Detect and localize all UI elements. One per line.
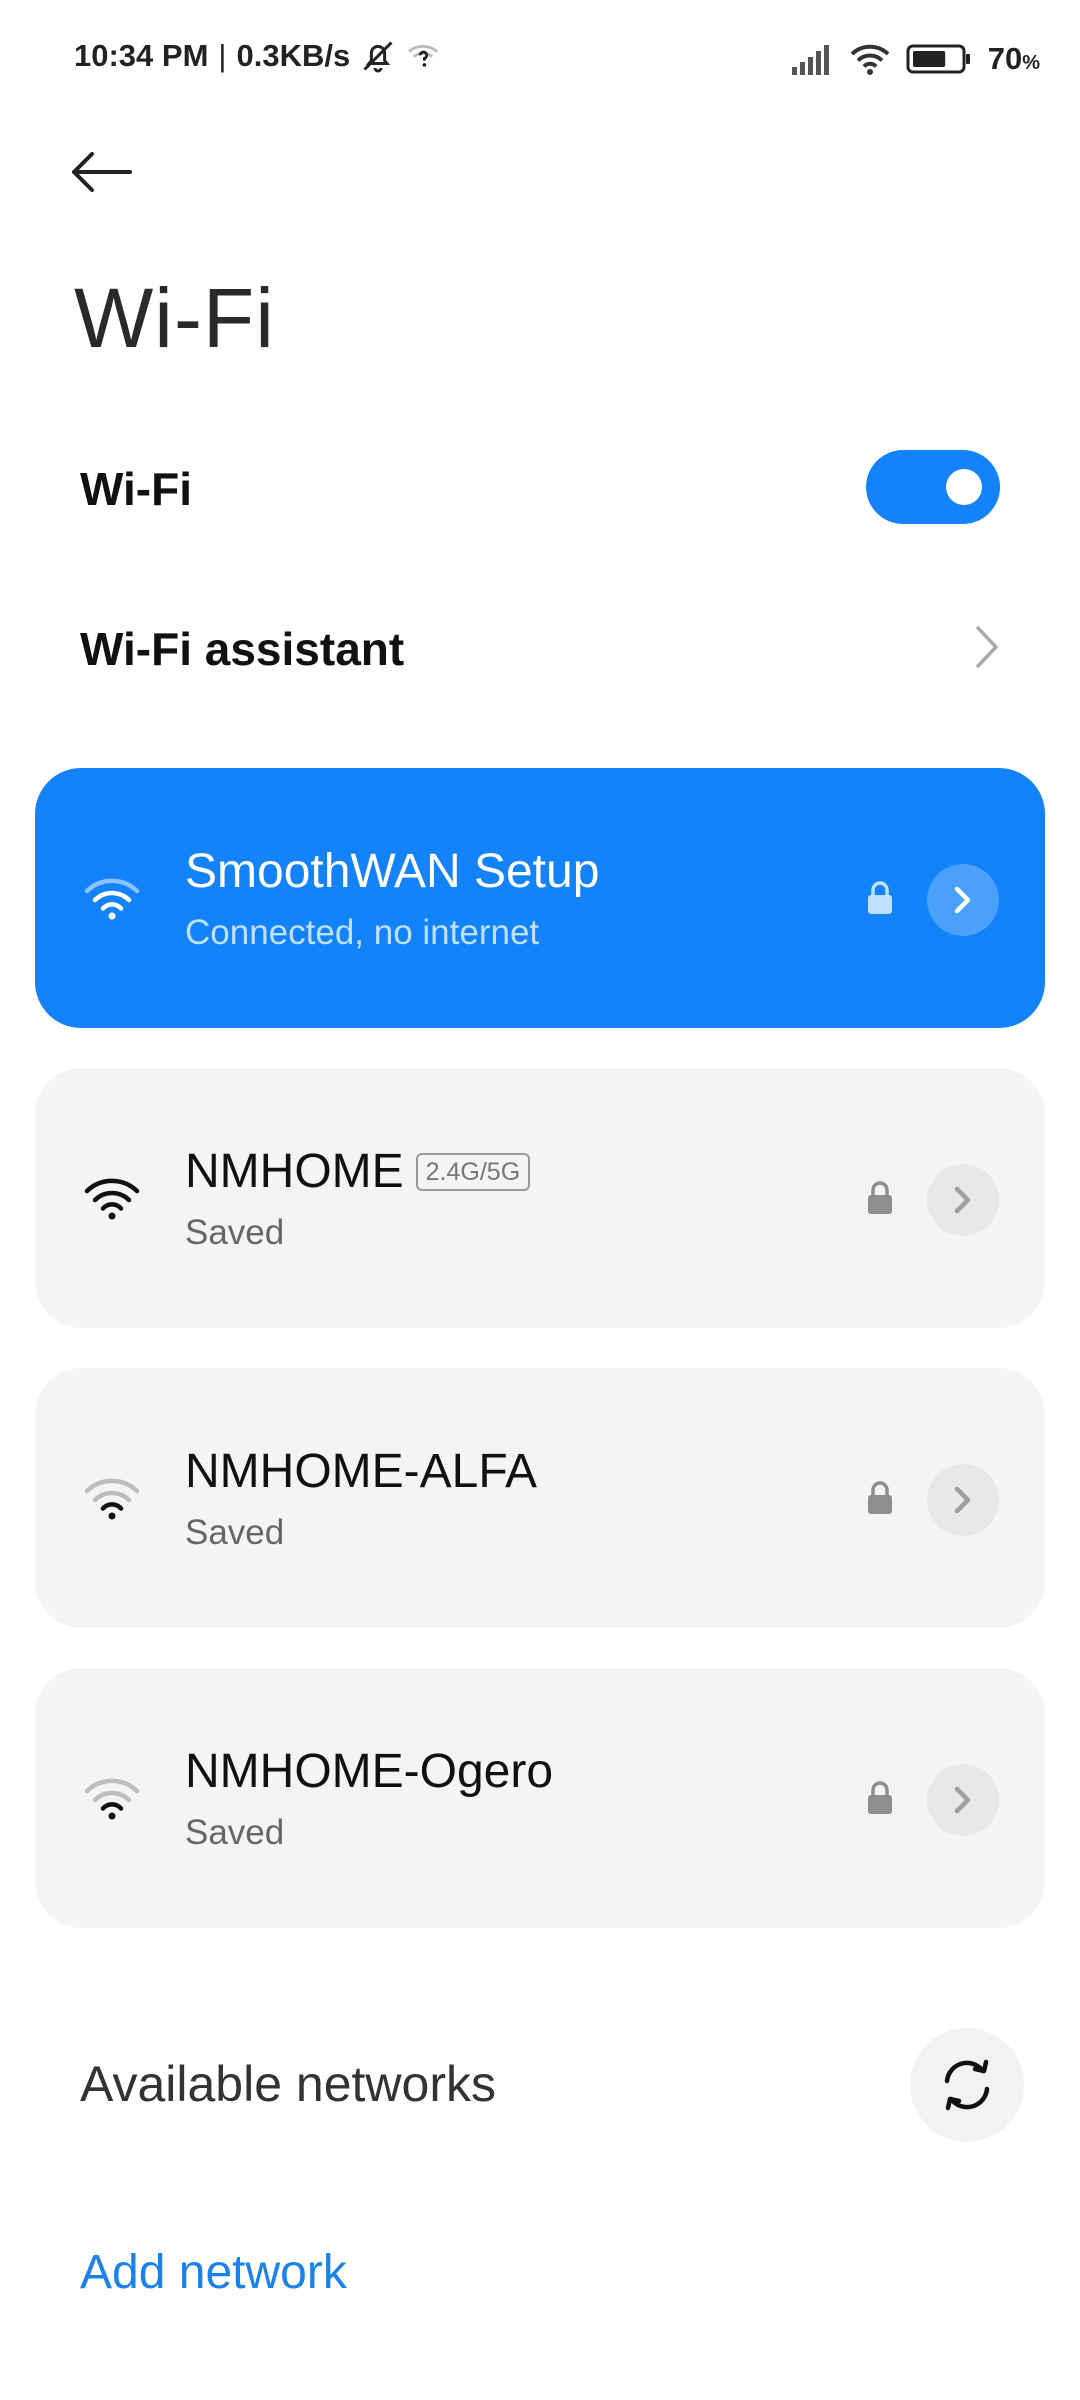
wifi-signal-icon bbox=[84, 878, 140, 920]
lock-icon bbox=[868, 1781, 892, 1814]
status-separator: | bbox=[218, 38, 227, 73]
status-right: 70% bbox=[791, 38, 1040, 80]
back-arrow-icon bbox=[72, 152, 132, 192]
network-name-line: NMHOME-Ogero bbox=[185, 1744, 553, 1799]
refresh-icon bbox=[944, 2059, 990, 2111]
network-name-line: SmoothWAN Setup bbox=[185, 844, 599, 899]
network-details-button[interactable] bbox=[927, 1164, 999, 1236]
network-name: NMHOME-ALFA bbox=[185, 1445, 538, 1498]
battery-percent: 70% bbox=[988, 41, 1040, 77]
network-name: NMHOME bbox=[185, 1145, 404, 1198]
status-left: 10:34 PM | 0.3KB/s bbox=[74, 38, 440, 74]
network-status: Connected, no internet bbox=[185, 913, 540, 952]
lock-icon bbox=[868, 1481, 892, 1514]
network-card-nmhome-alfa[interactable]: NMHOME-ALFA Saved bbox=[35, 1368, 1045, 1628]
wifi-toggle-switch[interactable] bbox=[866, 450, 1000, 524]
network-details-button[interactable] bbox=[927, 1764, 999, 1836]
wifi-signal-icon bbox=[84, 1178, 140, 1220]
wifi-signal-icon bbox=[84, 1778, 140, 1820]
signal-icon bbox=[791, 45, 829, 75]
network-status: Saved bbox=[185, 1513, 285, 1552]
chevron-right-icon bbox=[954, 1186, 971, 1214]
network-card-nmhome[interactable]: NMHOME 2.4G/5G Saved bbox=[35, 1068, 1045, 1328]
battery-icon bbox=[906, 44, 970, 74]
bell-off-icon bbox=[363, 41, 393, 73]
status-time: 10:34 PM bbox=[74, 38, 209, 73]
battery-value: 70 bbox=[987, 41, 1023, 76]
chevron-right-icon bbox=[954, 1486, 971, 1514]
wifi-signal-icon bbox=[84, 1478, 140, 1520]
network-details-button[interactable] bbox=[927, 864, 999, 936]
network-name-line: NMHOME 2.4G/5G bbox=[185, 1144, 531, 1199]
available-networks-heading: Available networks bbox=[80, 2056, 496, 2112]
lock-icon bbox=[868, 1181, 892, 1214]
network-name: NMHOME-Ogero bbox=[185, 1745, 554, 1798]
refresh-button[interactable] bbox=[910, 2028, 1024, 2142]
lock-icon bbox=[868, 881, 892, 914]
back-button[interactable] bbox=[70, 132, 170, 212]
toggle-knob bbox=[946, 469, 982, 505]
wifi-label: Wi-Fi bbox=[80, 463, 192, 515]
chevron-right-icon bbox=[954, 1786, 971, 1814]
network-name: SmoothWAN Setup bbox=[185, 845, 600, 898]
chevron-right-icon bbox=[976, 626, 998, 668]
chevron-right-icon bbox=[954, 886, 971, 914]
wifi-toggle-row[interactable]: Wi-Fi bbox=[0, 430, 1080, 550]
page-title: Wi-Fi bbox=[74, 271, 275, 365]
network-status: Saved bbox=[185, 1813, 285, 1852]
network-status: Saved bbox=[185, 1213, 285, 1252]
network-card-smoothwan[interactable]: SmoothWAN Setup Connected, no internet bbox=[35, 768, 1045, 1028]
wifi-icon bbox=[850, 44, 890, 75]
network-details-button[interactable] bbox=[927, 1464, 999, 1536]
add-network-link[interactable]: Add network bbox=[80, 2245, 347, 2300]
wifi-assistant-label: Wi-Fi assistant bbox=[80, 623, 405, 675]
wifi-assistant-row[interactable]: Wi-Fi assistant bbox=[0, 590, 1080, 710]
status-bar: 10:34 PM | 0.3KB/s 70% bbox=[0, 0, 1080, 120]
battery-unit: % bbox=[1022, 52, 1040, 74]
network-card-nmhome-ogero[interactable]: NMHOME-Ogero Saved bbox=[35, 1668, 1045, 1928]
band-badge: 2.4G/5G bbox=[415, 1152, 531, 1191]
wifi-question-icon bbox=[408, 44, 439, 67]
network-name-line: NMHOME-ALFA bbox=[185, 1444, 537, 1499]
network-speed: 0.3KB/s bbox=[236, 38, 351, 73]
